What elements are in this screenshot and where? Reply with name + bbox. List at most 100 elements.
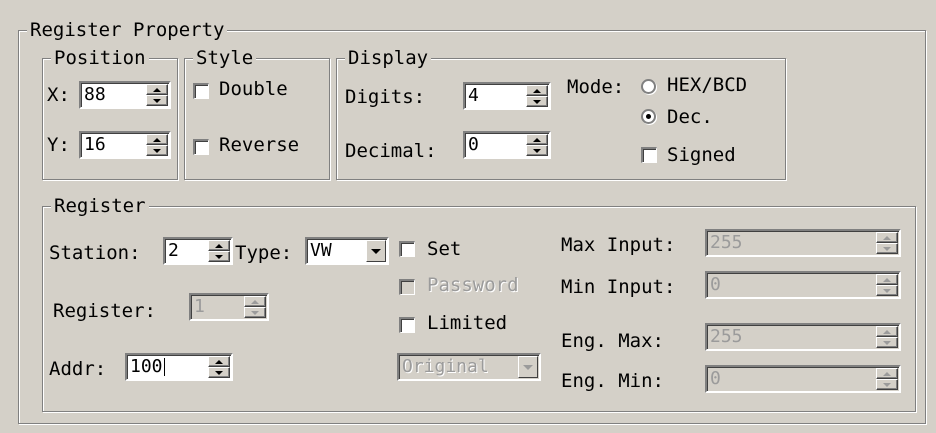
signed-checkbox[interactable] (641, 147, 657, 163)
digits-label: Digits: (345, 86, 426, 108)
reverse-label[interactable]: Reverse (219, 133, 299, 157)
set-checkbox[interactable] (399, 241, 415, 257)
position-title: Position (51, 46, 149, 70)
eng-min-label: Eng. Min: (561, 370, 664, 392)
eng-max-spin-buttons (876, 326, 898, 348)
type-label: Type: (235, 242, 293, 264)
x-spin-buttons[interactable] (146, 84, 168, 106)
addr-value[interactable]: 100 (130, 355, 165, 379)
signed-label[interactable]: Signed (667, 143, 736, 167)
y-decrement-button[interactable] (146, 145, 168, 156)
decimal-value[interactable]: 0 (468, 133, 479, 157)
eng-max-value: 255 (710, 326, 743, 347)
addr-label: Addr: (49, 358, 107, 380)
eng-max-spin-edit: 255 (705, 323, 901, 351)
conversion-value: Original (402, 356, 489, 377)
station-decrement-button[interactable] (208, 251, 230, 262)
digits-increment-button[interactable] (526, 85, 548, 96)
radio-selected-dot-icon (646, 114, 651, 119)
eng-max-increment-button (876, 326, 898, 337)
password-label: Password (427, 274, 519, 296)
y-spin-buttons[interactable] (146, 134, 168, 156)
register-increment-button (244, 296, 266, 307)
eng-min-spin-buttons (876, 368, 898, 390)
style-title: Style (193, 46, 257, 70)
limited-checkbox[interactable] (399, 317, 415, 333)
register-property-title: Register Property (27, 18, 228, 42)
type-dropdown-arrow-icon[interactable] (366, 240, 386, 262)
password-checkbox (399, 279, 415, 295)
max-input-label: Max Input: (561, 234, 676, 256)
limited-label[interactable]: Limited (427, 311, 507, 335)
digits-spin-edit[interactable]: 4 (463, 82, 551, 110)
station-value[interactable]: 2 (168, 239, 179, 263)
y-value[interactable]: 16 (84, 133, 106, 157)
type-value[interactable]: VW (310, 239, 332, 263)
text-cursor (163, 358, 165, 376)
x-label: X: (47, 84, 70, 106)
register-title: Register (51, 194, 149, 218)
addr-spin-buttons[interactable] (208, 356, 230, 378)
station-label: Station: (49, 242, 141, 264)
y-increment-button[interactable] (146, 134, 168, 145)
max-input-value: 255 (710, 232, 743, 253)
max-input-increment-button (876, 232, 898, 243)
max-input-spin-edit: 255 (705, 229, 901, 257)
mode-hex-label[interactable]: HEX/BCD (667, 73, 747, 97)
mode-hex-radio[interactable] (641, 79, 656, 94)
max-input-decrement-button (876, 243, 898, 254)
mode-dec-radio[interactable] (641, 109, 656, 124)
min-input-decrement-button (876, 285, 898, 296)
station-spin-edit[interactable]: 2 (163, 237, 233, 265)
register-group: Register Station: 2 Type: VW Register: 1… (42, 194, 916, 412)
decimal-spin-edit[interactable]: 0 (463, 131, 551, 159)
mode-dec-label[interactable]: Dec. (667, 105, 713, 129)
addr-spin-edit[interactable]: 100 (125, 353, 233, 381)
digits-decrement-button[interactable] (526, 96, 548, 107)
type-combobox[interactable]: VW (305, 237, 389, 265)
addr-decrement-button[interactable] (208, 367, 230, 378)
min-input-spin-edit: 0 (705, 271, 901, 299)
reverse-checkbox[interactable] (193, 139, 209, 155)
conversion-dropdown-arrow-icon (518, 356, 538, 378)
addr-increment-button[interactable] (208, 356, 230, 367)
register-spin-buttons (244, 296, 266, 318)
decimal-label: Decimal: (345, 140, 437, 162)
set-label[interactable]: Set (427, 237, 461, 261)
y-label: Y: (47, 134, 70, 156)
digits-value[interactable]: 4 (468, 84, 479, 108)
y-spin-edit[interactable]: 16 (79, 131, 171, 159)
min-input-spin-buttons (876, 274, 898, 296)
decimal-decrement-button[interactable] (526, 145, 548, 156)
eng-min-spin-edit: 0 (705, 365, 901, 393)
register-spin-edit: 1 (189, 293, 269, 321)
mode-label: Mode: (567, 76, 625, 98)
decimal-spin-buttons[interactable] (526, 134, 548, 156)
double-label[interactable]: Double (219, 77, 288, 101)
eng-max-label: Eng. Max: (561, 330, 664, 352)
eng-max-decrement-button (876, 337, 898, 348)
decimal-increment-button[interactable] (526, 134, 548, 145)
eng-min-value: 0 (710, 368, 721, 389)
register-label: Register: (53, 300, 156, 322)
min-input-label: Min Input: (561, 276, 676, 298)
x-increment-button[interactable] (146, 84, 168, 95)
register-value: 1 (194, 296, 205, 317)
station-increment-button[interactable] (208, 240, 230, 251)
register-decrement-button (244, 307, 266, 318)
display-group: Display Digits: 4 Decimal: 0 Mode: HEX/B… (336, 46, 786, 180)
eng-min-increment-button (876, 368, 898, 379)
double-checkbox[interactable] (193, 83, 209, 99)
min-input-value: 0 (710, 274, 721, 295)
x-spin-edit[interactable]: 88 (79, 81, 171, 109)
eng-min-decrement-button (876, 379, 898, 390)
x-decrement-button[interactable] (146, 95, 168, 106)
min-input-increment-button (876, 274, 898, 285)
station-spin-buttons[interactable] (208, 240, 230, 262)
conversion-combobox: Original (397, 353, 541, 381)
digits-spin-buttons[interactable] (526, 85, 548, 107)
position-group: Position X: 88 Y: 16 (42, 46, 178, 180)
style-group: Style Double Reverse (184, 46, 330, 180)
x-value[interactable]: 88 (84, 83, 106, 107)
display-title: Display (345, 46, 432, 70)
